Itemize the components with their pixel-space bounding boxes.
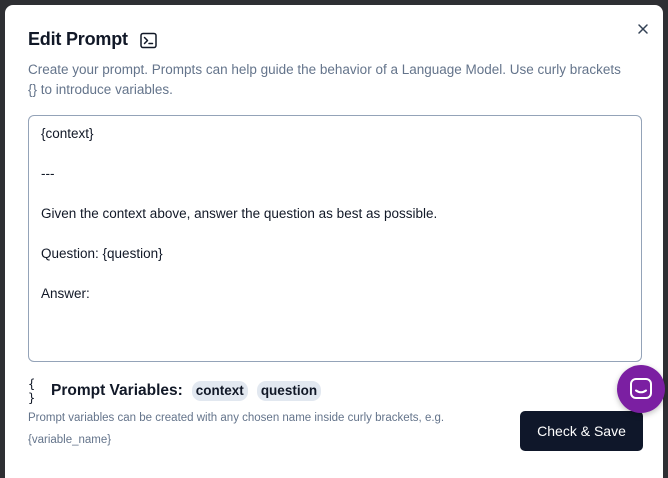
check-and-save-button[interactable]: Check & Save: [520, 411, 643, 451]
variable-chip-question: question: [256, 381, 322, 401]
close-icon: [638, 24, 648, 34]
modal-description: Create your prompt. Prompts can help gui…: [28, 62, 621, 97]
prompt-variables-row: { } Prompt Variables: context question: [28, 377, 330, 405]
terminal-icon: [140, 32, 157, 49]
prompt-variables-label: Prompt Variables:: [51, 382, 183, 399]
prompt-textarea[interactable]: {context} --- Given the context above, a…: [28, 115, 642, 362]
variables-help-text: Prompt variables can be created with any…: [28, 412, 445, 446]
modal-header: Edit Prompt: [28, 28, 157, 50]
braces-icon: { }: [28, 377, 37, 405]
close-button[interactable]: [635, 21, 651, 37]
chat-icon: [630, 378, 652, 399]
edit-prompt-modal: Edit Prompt Create your prompt. Prompts …: [5, 5, 663, 478]
variable-chip-context: context: [191, 381, 248, 401]
chat-launcher-button[interactable]: [617, 365, 665, 413]
modal-title: Edit Prompt: [28, 28, 128, 49]
